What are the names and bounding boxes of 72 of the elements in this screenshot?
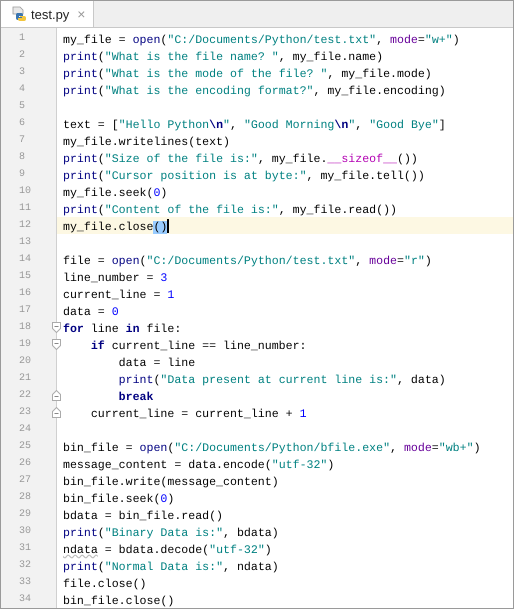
code-line: print("What is the file name? ", my_file.name) xyxy=(63,51,384,64)
line-number: 29 xyxy=(18,508,32,522)
code-line: bin_file.seek(0) xyxy=(63,493,174,506)
line-number: 27 xyxy=(18,474,32,488)
code-line: if current_line == line_number: xyxy=(90,340,307,353)
line-number: 22 xyxy=(18,389,32,403)
line-number: 20 xyxy=(18,355,32,369)
line-number: 9 xyxy=(18,168,26,182)
line-number: 19 xyxy=(18,338,32,352)
line-number: 5 xyxy=(18,100,26,114)
line-number: 2 xyxy=(18,49,26,63)
code-line: print("Size of the file is:", my_file.__sizeof__()) xyxy=(63,153,418,166)
code-line: print("Cursor position is at byte:", my_file.tell()) xyxy=(63,170,425,183)
line-number: 25 xyxy=(18,440,32,454)
line-number: 14 xyxy=(18,253,32,267)
line-number: 21 xyxy=(18,372,32,386)
code-line: data = line xyxy=(118,357,196,370)
code-line: my_file = open("C:/Documents/Python/test.txt", mode="w+") xyxy=(63,34,460,47)
line-number: 1 xyxy=(18,32,26,46)
line-number: 11 xyxy=(18,202,32,216)
line-number: 23 xyxy=(18,406,32,420)
line-number: 16 xyxy=(18,287,32,301)
fold-icon[interactable] xyxy=(52,339,61,350)
code-line: print("Normal Data is:", ndata) xyxy=(63,561,279,574)
code-line: my_file.writelines(text) xyxy=(63,136,230,149)
line-number: 24 xyxy=(18,423,32,437)
code-line: message_content = data.encode("utf-32") xyxy=(63,459,334,472)
code-line: file = open("C:/Documents/Python/test.txt", mode="r") xyxy=(63,255,432,268)
line-number: 8 xyxy=(18,151,26,165)
code-line: break xyxy=(118,391,154,404)
fold-icon[interactable] xyxy=(52,407,61,418)
fold-icon[interactable] xyxy=(52,390,61,401)
code-line: my_file.seek(0) xyxy=(63,187,168,200)
line-number: 33 xyxy=(18,576,32,590)
code-line: bin_file.write(message_content) xyxy=(63,476,279,489)
code-line: data = 0 xyxy=(63,306,119,319)
tab-label: test.py xyxy=(31,6,70,22)
code-line: current_line = 1 xyxy=(63,289,174,302)
code-line: print("Content of the file is:", my_file.read()) xyxy=(63,204,397,217)
code-line: print("Binary Data is:", bdata) xyxy=(63,527,279,540)
line-number: 17 xyxy=(18,304,32,318)
code-line: file.close() xyxy=(63,578,146,591)
line-number: 34 xyxy=(18,593,32,607)
line-number: 32 xyxy=(18,559,32,573)
code-line: print("Data present at current line is:", data) xyxy=(118,374,446,387)
line-number: 3 xyxy=(18,66,26,80)
line-number: 12 xyxy=(18,219,32,233)
line-number: 26 xyxy=(18,457,32,471)
line-number: 30 xyxy=(18,525,32,539)
line-number: 6 xyxy=(18,117,26,131)
python-file-icon xyxy=(11,6,27,22)
code-line: ndata = bdata.decode("utf-32") xyxy=(63,544,272,557)
line-number: 4 xyxy=(18,83,26,97)
code-line: bin_file.close() xyxy=(63,595,174,608)
code-line: current_line = current_line + 1 xyxy=(90,408,307,421)
code-line: line_number = 3 xyxy=(63,272,168,285)
line-number: 31 xyxy=(18,542,32,556)
code-line: print("What is the mode of the file? ", my_file.mode) xyxy=(63,68,432,81)
line-number: 10 xyxy=(18,185,32,199)
line-number: 18 xyxy=(18,321,32,335)
code-line: text = ["Hello Python\n", "Good Morning\n", "Good Bye"] xyxy=(63,119,446,132)
code-line: print("What is the encoding format?", my_file.encoding) xyxy=(63,85,446,98)
code-line: bdata = bin_file.read() xyxy=(63,510,224,523)
code-line: bin_file = open("C:/Documents/Python/bfile.exe", mode="wb+") xyxy=(63,442,481,455)
line-number: 28 xyxy=(18,491,32,505)
code-line: my_file.close() xyxy=(63,221,170,234)
line-number: 7 xyxy=(18,134,26,148)
code-line: for line in file: xyxy=(63,323,182,336)
file-tab[interactable]: test.py × xyxy=(1,1,94,27)
fold-icon[interactable] xyxy=(52,322,61,333)
line-number: 15 xyxy=(18,270,32,284)
line-number: 13 xyxy=(18,236,32,250)
